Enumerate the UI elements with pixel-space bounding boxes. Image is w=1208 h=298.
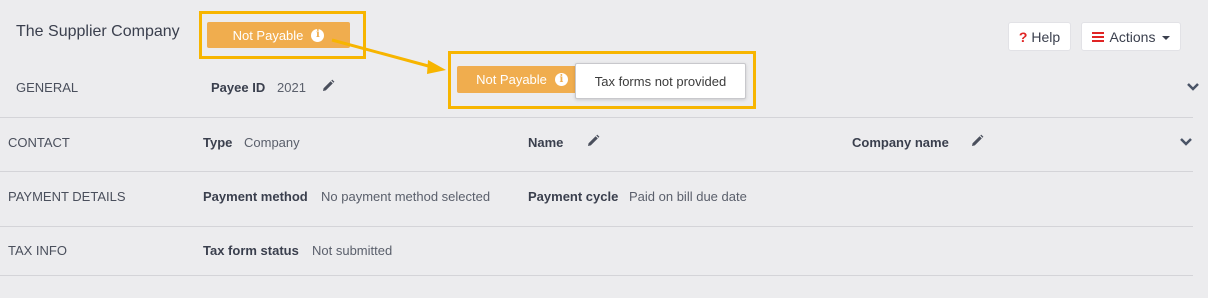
status-tooltip: Tax forms not provided xyxy=(575,63,746,99)
payee-id-label: Payee ID xyxy=(211,80,266,95)
section-label-payment-details: PAYMENT DETAILS xyxy=(8,189,126,204)
divider xyxy=(0,117,1193,118)
company-name-label: Company name xyxy=(852,135,949,150)
pencil-icon[interactable] xyxy=(586,134,600,148)
help-button[interactable]: ? Help xyxy=(1008,22,1071,51)
info-icon[interactable]: i xyxy=(554,73,568,86)
caret-down-icon xyxy=(1162,36,1171,40)
payment-method-label: Payment method xyxy=(203,189,308,204)
section-label-contact: CONTACT xyxy=(8,135,70,150)
pencil-icon[interactable] xyxy=(970,134,984,148)
tax-form-status-value: Not submitted xyxy=(312,243,393,258)
chevron-down-icon[interactable] xyxy=(1179,137,1193,147)
actions-button[interactable]: Actions xyxy=(1081,22,1181,51)
status-badge-zoomed-label: Not Payable xyxy=(476,72,547,87)
question-icon: ? xyxy=(1018,28,1028,45)
chevron-down-icon[interactable] xyxy=(1186,82,1200,92)
pencil-icon[interactable] xyxy=(321,79,335,93)
status-badge-zoomed[interactable]: Not Payable i xyxy=(457,66,587,93)
payee-id-value: 2021 xyxy=(277,80,306,95)
help-button-label: Help xyxy=(1031,28,1061,45)
section-label-general: GENERAL xyxy=(16,80,79,95)
divider xyxy=(0,275,1193,276)
divider xyxy=(0,226,1193,227)
divider xyxy=(0,171,1193,172)
name-label: Name xyxy=(528,135,564,150)
tax-form-status-label: Tax form status xyxy=(203,243,299,258)
actions-button-label: Actions xyxy=(1109,28,1156,45)
type-label: Type xyxy=(203,135,233,150)
type-value: Company xyxy=(244,135,300,150)
hamburger-icon xyxy=(1091,31,1104,42)
payment-cycle-value: Paid on bill due date xyxy=(629,189,747,204)
payment-cycle-label: Payment cycle xyxy=(528,189,619,204)
section-label-tax-info: TAX INFO xyxy=(8,243,67,258)
payment-method-value: No payment method selected xyxy=(321,189,491,204)
